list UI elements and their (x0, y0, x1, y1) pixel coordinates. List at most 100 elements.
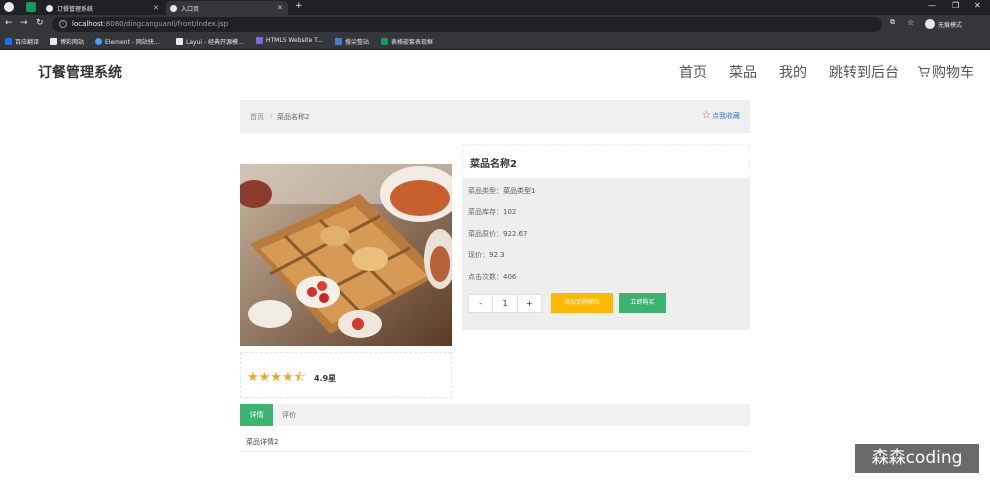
info-label: 点击次数： (468, 273, 503, 281)
reload-icon[interactable]: ↻ (36, 18, 44, 28)
layui-icon (176, 38, 183, 45)
search-site-icon (335, 38, 342, 45)
info-value: 102 (503, 208, 517, 216)
quantity-plus-button[interactable]: + (518, 295, 541, 312)
close-icon[interactable]: ✕ (277, 4, 283, 12)
watermark: 森森coding (855, 444, 979, 473)
info-label: 菜品类型： (468, 187, 503, 195)
bookmark-label: 表格嵌套表现框 (391, 39, 434, 46)
incognito-label: 无痕模式 (938, 21, 963, 29)
bookmark-item[interactable]: Element - 网站快... (95, 37, 160, 46)
breadcrumb-separator: / (270, 112, 273, 120)
forward-icon[interactable]: → (20, 18, 28, 28)
bookmark-label: HTML5 Website T... (266, 37, 323, 44)
close-icon[interactable]: ✕ (153, 4, 159, 12)
tab-detail[interactable]: 详情 (240, 404, 273, 426)
maximize-button[interactable]: ❐ (952, 1, 959, 10)
bookmark-label: 搜尖整站 (345, 39, 370, 46)
bookmark-star-icon[interactable]: ☆ (907, 18, 914, 27)
food-photo (240, 164, 452, 346)
bookmark-label: Layui - 经典开源模... (186, 39, 244, 46)
buy-now-button[interactable]: 立即购买 (619, 293, 666, 313)
site-logo[interactable]: 订餐管理系统 (38, 62, 122, 82)
back-icon[interactable]: ← (5, 18, 13, 28)
bookmark-item[interactable]: Layui - 经典开源模... (176, 37, 244, 46)
sheet-icon (381, 38, 388, 45)
product-title-box: 菜品名称2 (462, 144, 750, 178)
html5-icon (256, 37, 263, 44)
globe-icon (170, 4, 177, 12)
bookmark-item[interactable]: 搜尖整站 (335, 37, 369, 46)
quantity-stepper: - 1 + (468, 294, 542, 313)
info-value: 406 (503, 273, 517, 281)
pinned-tab-icon[interactable] (26, 2, 36, 12)
nav-home[interactable]: 首页 (679, 62, 707, 82)
quantity-input[interactable]: 1 (493, 295, 518, 312)
incognito-icon (925, 19, 935, 29)
browser-toolbar: ← → ↻ i localhost:8080/dingcanguanli/fro… (0, 15, 990, 34)
tab-review[interactable]: 评价 (282, 404, 296, 426)
apps-icon (5, 38, 12, 45)
url-path: :8080/dingcanguanli/front/index.jsp (103, 20, 229, 28)
tab-entry[interactable]: 入口页 ✕ (166, 1, 288, 15)
info-value: 92.3 (489, 251, 505, 259)
globe-icon (46, 4, 53, 12)
nav-cart-label: 购物车 (932, 65, 974, 81)
product-title: 菜品名称2 (470, 159, 517, 170)
detail-text: 菜品详情2 (246, 438, 279, 446)
info-label: 菜品库存： (468, 208, 503, 216)
info-value: 922.67 (503, 230, 528, 238)
bookmark-label: Element - 网站快... (105, 39, 160, 46)
info-icon[interactable]: i (59, 20, 67, 28)
bookmark-item[interactable]: 百应翻译 (5, 37, 39, 46)
minimize-button[interactable]: — (928, 1, 936, 10)
cart-icon (918, 66, 930, 77)
url-host: localhost (72, 20, 104, 28)
bookmark-label: 百应翻译 (15, 39, 40, 46)
incognito-indicator[interactable]: 无痕模式 (925, 19, 962, 29)
info-label: 菜品原价： (468, 230, 503, 238)
bookmark-item[interactable]: 表格嵌套表现框 (381, 37, 433, 46)
product-image (240, 164, 452, 346)
tab-label: 订餐管理系统 (57, 5, 94, 13)
translate-icon[interactable]: ⧉ (890, 18, 895, 27)
add-to-cart-button[interactable]: 添加到购物车 (551, 293, 613, 313)
new-tab-button[interactable]: + (295, 1, 303, 11)
info-row-clicks: 点击次数：406 (468, 272, 516, 282)
rating-box: ★★★★⯪ 4.9星 (240, 352, 452, 398)
rating-score: 4.9星 (314, 374, 337, 383)
info-label: 现价： (468, 251, 489, 259)
bookmarks-bar: 百应翻译 博彩网站 Element - 网站快... Layui - 经典开源模… (0, 34, 990, 50)
info-row-price: 现价：92.3 (468, 250, 505, 260)
tab-order-system[interactable]: 订餐管理系统 ✕ (42, 1, 164, 15)
info-value: 菜品类型1 (503, 187, 536, 195)
favorite-button[interactable]: ☆ 点我收藏 (702, 110, 740, 121)
breadcrumb: 首页 / 菜品名称2 ☆ 点我收藏 (240, 100, 750, 133)
tab-label: 入口页 (181, 5, 200, 13)
browser-tab-bar: 订餐管理系统 ✕ 入口页 ✕ + — ❐ ✕ (0, 0, 990, 15)
bookmark-item[interactable]: HTML5 Website T... (256, 37, 323, 44)
nav-mine[interactable]: 我的 (779, 62, 807, 82)
detail-content: 菜品详情2 (240, 426, 750, 452)
element-icon (95, 38, 102, 45)
breadcrumb-home[interactable]: 首页 (250, 112, 264, 122)
window-close-button[interactable]: ✕ (974, 1, 981, 10)
nav-admin[interactable]: 跳转到后台 (829, 62, 899, 82)
breadcrumb-current: 菜品名称2 (277, 113, 310, 121)
info-row-type: 菜品类型：菜品类型1 (468, 186, 535, 196)
nav-dishes[interactable]: 菜品 (729, 62, 757, 82)
flag-icon (50, 38, 57, 45)
rating-stars-icon: ★★★★⯪ (247, 370, 306, 385)
bookmark-item[interactable]: 博彩网站 (50, 37, 84, 46)
info-row-original-price: 菜品原价：922.67 (468, 229, 528, 239)
quantity-minus-button[interactable]: - (469, 295, 494, 312)
favorite-label: 点我收藏 (712, 111, 740, 120)
bookmark-label: 博彩网站 (60, 39, 85, 46)
detail-tabs: 详情 评价 (240, 404, 750, 426)
product-info-panel: 菜品类型：菜品类型1 菜品库存：102 菜品原价：922.67 现价：92.3 … (462, 178, 750, 330)
nav-cart[interactable]: 购物车 (917, 62, 974, 82)
info-row-stock: 菜品库存：102 (468, 207, 516, 217)
address-bar[interactable]: i localhost:8080/dingcanguanli/front/ind… (52, 17, 882, 32)
star-outline-icon: ☆ (702, 110, 711, 121)
browser-menu-icon[interactable] (4, 2, 14, 12)
